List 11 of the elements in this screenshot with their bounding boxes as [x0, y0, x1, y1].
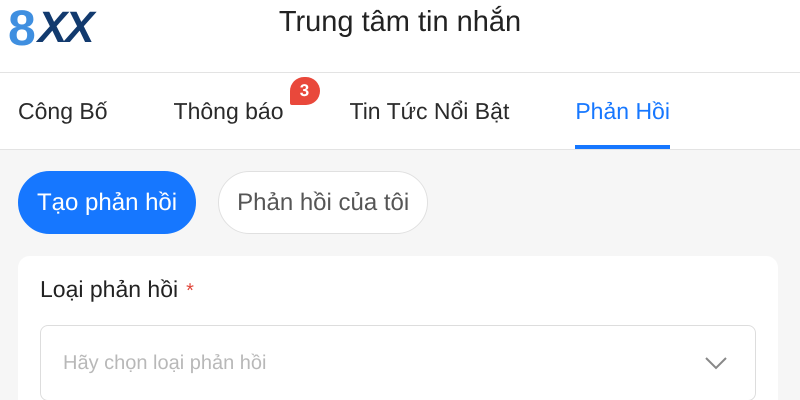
- segment-button[interactable]: Tạo phản hồi: [18, 171, 196, 234]
- tab[interactable]: Công Bố: [18, 73, 108, 149]
- segment-button[interactable]: Phản hồi của tôi: [218, 171, 428, 234]
- chevron-down-icon: [705, 356, 727, 370]
- tab[interactable]: Phản Hồi: [575, 73, 670, 149]
- tab[interactable]: Tin Tức Nổi Bật: [350, 73, 510, 149]
- count-badge: 3: [290, 77, 320, 105]
- logo: 8XX: [8, 2, 93, 54]
- page-title: Trung tâm tin nhắn: [278, 6, 522, 38]
- required-mark: *: [186, 280, 194, 303]
- field-label: Loại phản hồi: [40, 276, 178, 303]
